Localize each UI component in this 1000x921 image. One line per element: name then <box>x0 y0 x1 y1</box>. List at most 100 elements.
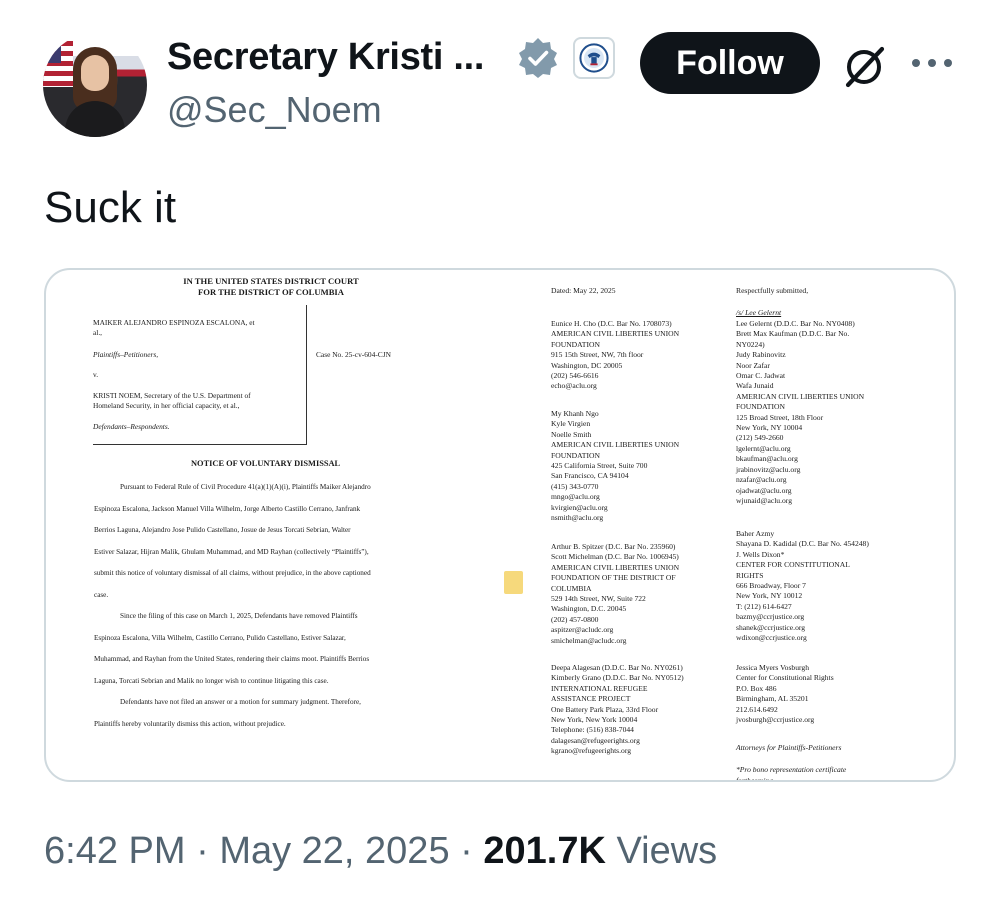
attorney-line: kgrano@refugeerights.org <box>551 746 632 756</box>
attorney-line: NY0224) <box>736 339 765 349</box>
attorney-line: lgelernt@aclu.org <box>736 443 791 453</box>
plaintiff-name: MAIKER ALEJANDRO ESPINOZA ESCALONA, et <box>93 318 255 327</box>
attorney-line: Washington, D.C. 20045 <box>551 604 627 614</box>
tweet-time[interactable]: 6:42 PM <box>44 830 186 872</box>
attorney-line: 425 California Street, Suite 700 <box>551 461 648 471</box>
document-body-line: submit this notice of voluntary dismissa… <box>94 569 371 577</box>
attorney-line: AMERICAN CIVIL LIBERTIES UNION <box>551 440 680 450</box>
court-line: IN THE UNITED STATES DISTRICT COURT <box>183 276 359 286</box>
dhs-seal-icon[interactable] <box>573 37 615 79</box>
attorney-line: (415) 343-0770 <box>551 481 599 491</box>
handle[interactable]: @Sec_Noem <box>167 89 382 131</box>
attorney-line: Lee Gelernt (D.D.C. Bar No. NY0408) <box>736 319 855 328</box>
document-body-line: Plaintiffs hereby voluntarily dismiss th… <box>94 720 286 728</box>
avatar-face <box>81 55 109 91</box>
attorney-line: Arthur B. Spitzer (D.C. Bar No. 235960) <box>551 542 676 551</box>
defendant-name-cont: Homeland Security, in her official capac… <box>93 401 240 410</box>
plaintiff-name-cont: al., <box>93 328 103 337</box>
attorney-block: Baher Azmy Shayana D. Kadidal (D.C. Bar N… <box>736 529 869 643</box>
attorney-line: FOUNDATION <box>551 339 600 349</box>
attorney-line: COLUMBIA <box>551 583 592 593</box>
attorney-line: dalagesan@refugeerights.org <box>551 735 640 745</box>
defendant-role: Defendants–Respondents. <box>93 422 170 431</box>
attorney-line: Washington, DC 20005 <box>551 360 623 370</box>
attorney-line: INTERNATIONAL REFUGEE <box>551 683 648 693</box>
defendant-name: KRISTI NOEM, Secretary of the U.S. Depar… <box>93 391 251 400</box>
media-image[interactable]: IN THE UNITED STATES DISTRICT COURT FOR … <box>44 268 956 782</box>
document-body-line: Berrios Laguna, Alejandro Jose Pulido Ca… <box>94 526 351 534</box>
attorney-line: Eunice H. Cho (D.C. Bar No. 1708073) <box>551 319 672 328</box>
attorney-line: 915 15th Street, NW, 7th floor <box>551 350 644 360</box>
document-body-line: Defendants have not filed an answer or a… <box>120 698 361 706</box>
document-body-line: Muhammad, and Rayhan from the United Sta… <box>94 655 370 663</box>
attorney-block: Lee Gelernt (D.D.C. Bar No. NY0408) Brett… <box>736 319 864 506</box>
attorney-block: My Khanh Ngo Kyle Virgien Noelle Smith AMER… <box>551 409 679 523</box>
attorney-line: AMERICAN CIVIL LIBERTIES UNION <box>736 391 865 401</box>
signature-line: /s/ Lee Gelernt <box>736 308 782 317</box>
pro-bono-note: *Pro bono representation certificate <box>736 765 847 775</box>
document-body-line: Laguna, Torcati Sebrian and Malik no lon… <box>94 677 329 685</box>
attorney-line: (212) 549-2660 <box>736 433 784 443</box>
court-heading: IN THE UNITED STATES DISTRICT COURT FOR … <box>176 276 366 297</box>
attorney-line: AMERICAN CIVIL LIBERTIES UNION <box>551 562 680 572</box>
avatar-body <box>65 101 125 137</box>
attorney-line: RIGHTS <box>736 570 764 580</box>
meta-separator: · <box>196 830 209 872</box>
attorney-line: jrabinovitz@aclu.org <box>736 464 801 474</box>
attorney-line: bkaufman@aclu.org <box>736 454 798 464</box>
attorney-line: wdixon@ccrjustice.org <box>736 633 807 643</box>
display-name[interactable]: Secretary Kristi ... <box>167 36 484 79</box>
attorney-line: (202) 546-6616 <box>551 371 599 381</box>
grok-icon[interactable] <box>842 43 888 89</box>
attorney-line: 212.614.6492 <box>736 704 778 714</box>
attorney-line: Scott Michelman (D.C. Bar No. 1006945) <box>551 552 679 562</box>
attorney-line: San Francisco, CA 94104 <box>551 471 629 481</box>
attorney-line: T: (212) 614-6427 <box>736 601 792 611</box>
attorney-line: nzafar@aclu.org <box>736 475 787 485</box>
follow-button[interactable]: Follow <box>640 32 820 94</box>
attorney-line: Birmingham, AL 35201 <box>736 694 809 704</box>
attorney-line: CENTER FOR CONSTITUTIONAL <box>736 560 850 570</box>
avatar[interactable] <box>43 33 147 137</box>
attorney-line: My Khanh Ngo <box>551 409 599 418</box>
attorney-line: Kyle Virgien <box>551 419 591 429</box>
pro-bono-note-cont: forthcoming <box>736 775 774 782</box>
attorney-line: FOUNDATION <box>551 450 600 460</box>
attorney-line: New York, NY 10012 <box>736 591 803 601</box>
attorney-line: 529 14th Street, NW, Suite 722 <box>551 594 646 604</box>
document-title: NOTICE OF VOLUNTARY DISMISSAL <box>191 459 341 468</box>
tweet-text: Suck it <box>44 183 177 232</box>
document-body-line: Espinoza Escalona, Jackson Manuel Villa … <box>94 505 361 513</box>
verified-badge-icon[interactable] <box>517 37 559 79</box>
more-icon[interactable] <box>910 54 954 72</box>
attorney-line: FOUNDATION <box>736 402 785 412</box>
attorney-line: Judy Rabinovitz <box>736 350 786 360</box>
sticky-note <box>504 571 523 594</box>
flag-canton <box>43 41 61 63</box>
attorney-line: jvosburgh@ccrjustice.org <box>736 715 815 725</box>
attorney-block: Eunice H. Cho (D.C. Bar No. 1708073) AMER… <box>551 319 679 392</box>
versus-label: v. <box>93 370 99 379</box>
attorney-line: P.O. Box 486 <box>736 683 777 693</box>
attorney-line: J. Wells Dixon* <box>736 549 785 559</box>
views-count[interactable]: 201.7K <box>483 830 606 872</box>
tweet-date[interactable]: May 22, 2025 <box>219 830 449 872</box>
attorney-line: Shayana D. Kadidal (D.C. Bar No. 454248) <box>736 539 869 549</box>
document-body-line: Pursuant to Federal Rule of Civil Proced… <box>120 483 371 491</box>
attorney-block: Deepa Alagesan (D.D.C. Bar No. NY0261) Ki… <box>551 663 684 757</box>
document-body-line: Since the filing of this case on March 1… <box>120 612 358 620</box>
dated-line: Dated: May 22, 2025 <box>551 286 616 295</box>
attorney-line: aspitzer@acludc.org <box>551 625 614 635</box>
attorney-line: AMERICAN CIVIL LIBERTIES UNION <box>551 329 680 339</box>
document-body-line: Estiver Salazar, Hijran Malik, Ghulam Mu… <box>94 548 369 556</box>
plaintiff-role: Plaintiffs–Petitioners, <box>93 350 159 359</box>
attorney-line: Jessica Myers Vosburgh <box>736 663 809 672</box>
attorney-line: New York, New York 10004 <box>551 715 638 725</box>
attorney-line: Kimberly Grano (D.D.C. Bar No. NY0512) <box>551 673 684 683</box>
attorney-line: Center for Constitutional Rights <box>736 673 834 683</box>
attorney-line: Omar C. Jadwat <box>736 371 786 381</box>
attorney-line: kvirgien@aclu.org <box>551 502 608 512</box>
attorney-line: Deepa Alagesan (D.D.C. Bar No. NY0261) <box>551 663 683 672</box>
attorney-line: nsmith@aclu.org <box>551 513 604 523</box>
attorneys-for-line: Attorneys for Plaintiffs-Petitioners <box>736 743 842 752</box>
